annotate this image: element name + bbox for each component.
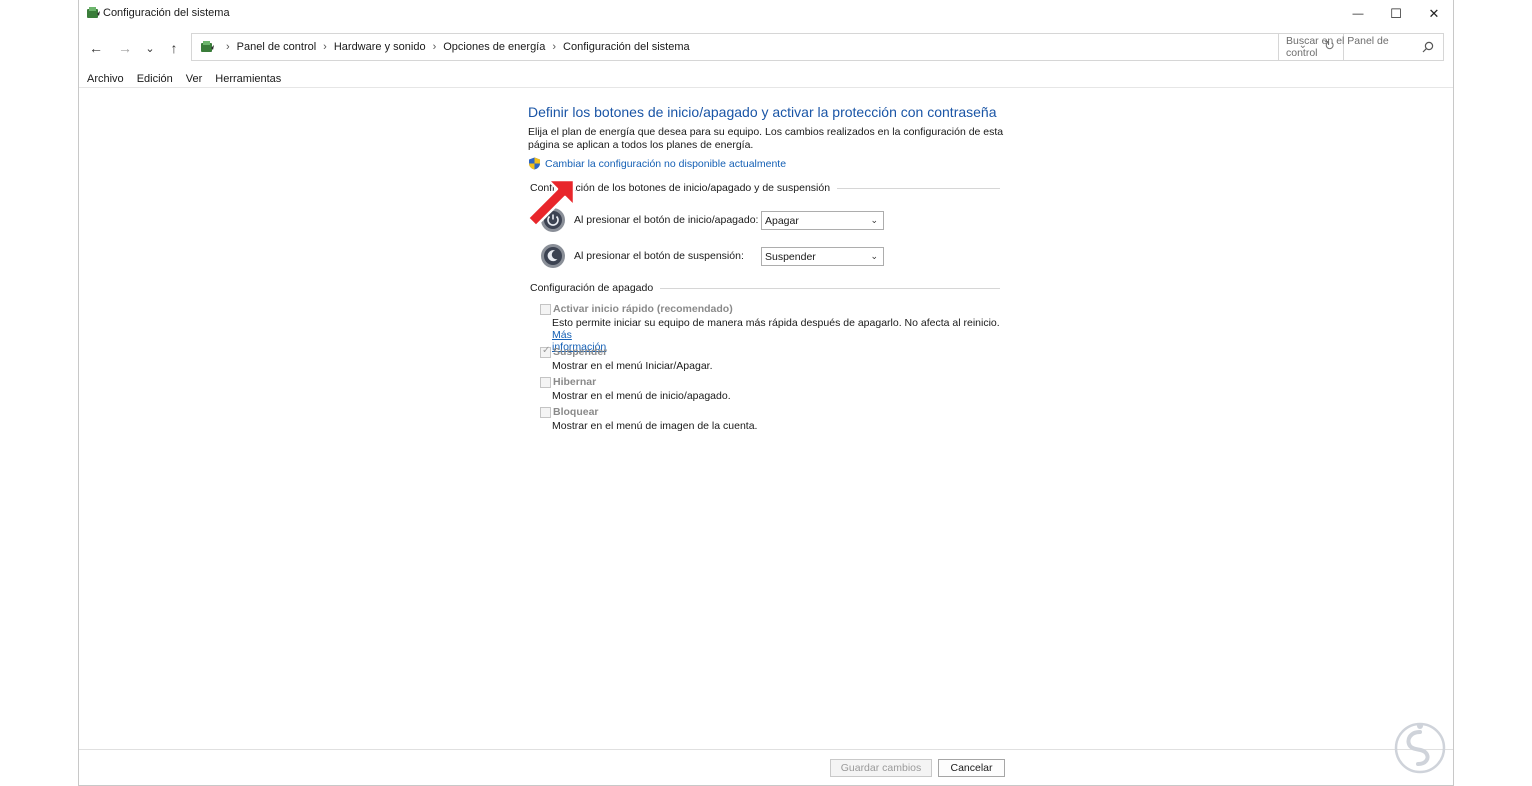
minimize-icon: —: [1352, 8, 1364, 20]
address-bar[interactable]: › Panel de control › Hardware y sonido ›…: [191, 33, 1344, 61]
fast-startup-label: Activar inicio rápido (recomendado): [553, 303, 733, 315]
forward-button[interactable]: →: [114, 37, 136, 59]
uac-shield-icon: [529, 157, 540, 170]
change-settings-link[interactable]: Cambiar la configuración no disponible a…: [528, 157, 786, 170]
more-info-link[interactable]: Más: [552, 329, 572, 341]
chevron-down-icon: ⌄: [870, 215, 878, 225]
sleep-button-value: Suspender: [765, 250, 816, 263]
lock-label: Bloquear: [553, 406, 599, 418]
breadcrumb-separator: ›: [432, 41, 437, 53]
back-button[interactable]: ←: [85, 37, 107, 59]
breadcrumb-item[interactable]: Configuración del sistema: [563, 41, 690, 53]
up-button[interactable]: ↑: [163, 37, 185, 59]
footer-divider: [79, 749, 1453, 750]
page-title: Definir los botones de inicio/apagado y …: [528, 104, 997, 120]
lock-description: Mostrar en el menú de imagen de la cuent…: [552, 420, 758, 432]
search-input[interactable]: Buscar en el Panel de control: [1278, 33, 1444, 61]
window: Configuración del sistema — ☐ ✕ ← → ⌄ ↑ …: [78, 0, 1454, 786]
shutdown-section-title: Configuración de apagado: [530, 282, 654, 294]
back-arrow-icon: ←: [89, 40, 103, 56]
suspend-description: Mostrar en el menú Iniciar/Apagar.: [552, 360, 713, 372]
breadcrumb-item[interactable]: Opciones de energía: [443, 41, 545, 53]
shutdown-section-header: Configuración de apagado: [530, 282, 1000, 294]
chevron-down-icon: ⌄: [145, 42, 155, 55]
fast-startup-description: Esto permite iniciar su equipo de manera…: [552, 317, 1002, 353]
maximize-icon: ☐: [1390, 6, 1402, 21]
menu-herramientas[interactable]: Herramientas: [215, 73, 281, 85]
section-divider: [660, 287, 1000, 289]
search-placeholder: Buscar en el Panel de control: [1286, 35, 1389, 59]
menu-bar: Archivo Edición Ver Herramientas: [87, 73, 281, 85]
power-button-label: Al presionar el botón de inicio/apagado:: [574, 214, 759, 226]
hibernate-label: Hibernar: [553, 376, 597, 388]
power-options-icon: [87, 7, 100, 18]
control-panel-icon: [201, 41, 214, 52]
chevron-down-icon: ⌄: [870, 251, 878, 261]
menu-divider: [79, 87, 1453, 88]
search-icon: [1422, 41, 1434, 53]
menu-archivo[interactable]: Archivo: [87, 73, 124, 85]
fast-startup-desc-text: Esto permite iniciar su equipo de manera…: [552, 317, 1000, 329]
menu-edicion[interactable]: Edición: [137, 73, 173, 85]
cancel-button[interactable]: Cancelar: [938, 759, 1005, 777]
power-button-value: Apagar: [765, 214, 799, 227]
maximize-button[interactable]: ☐: [1377, 0, 1415, 28]
hibernate-checkbox[interactable]: [540, 377, 551, 388]
page-description: Elija el plan de energía que desea para …: [528, 126, 1004, 151]
breadcrumb-separator: ›: [323, 41, 327, 53]
suspend-option: Suspender: [540, 345, 608, 358]
forward-arrow-icon: →: [118, 40, 132, 56]
breadcrumb: › Panel de control › Hardware y sonido ›…: [219, 41, 690, 53]
close-icon: ✕: [1428, 6, 1440, 21]
power-button-select[interactable]: Apagar ⌄: [761, 211, 884, 230]
breadcrumb-item[interactable]: Panel de control: [237, 41, 317, 53]
breadcrumb-separator: ›: [226, 41, 230, 53]
red-pointer-arrow-icon: [526, 178, 576, 228]
sleep-button-label: Al presionar el botón de suspensión:: [574, 250, 744, 262]
breadcrumb-separator: ›: [552, 41, 557, 53]
title-bar: Configuración del sistema — ☐ ✕: [79, 0, 1453, 28]
sleep-button-select[interactable]: Suspender ⌄: [761, 247, 884, 266]
power-section-header: Configuración de los botones de inicio/a…: [530, 182, 1000, 194]
section-divider: [837, 187, 1000, 189]
change-settings-text[interactable]: Cambiar la configuración no disponible a…: [545, 158, 786, 170]
sleep-button-row: Al presionar el botón de suspensión: Sus…: [540, 243, 890, 269]
recent-locations-button[interactable]: ⌄: [139, 37, 161, 59]
lock-option: Bloquear: [540, 406, 599, 418]
watermark-logo-icon: [1394, 722, 1446, 774]
sleep-button-icon: [541, 244, 565, 268]
save-changes-button[interactable]: Guardar cambios: [830, 759, 932, 777]
breadcrumb-item[interactable]: Hardware y sonido: [334, 41, 426, 53]
lock-checkbox[interactable]: [540, 407, 551, 418]
hibernate-description: Mostrar en el menú de inicio/apagado.: [552, 390, 731, 402]
hibernate-option: Hibernar: [540, 376, 596, 388]
fast-startup-option: Activar inicio rápido (recomendado): [540, 303, 733, 315]
up-arrow-icon: ↑: [170, 40, 178, 56]
fast-startup-checkbox[interactable]: [540, 304, 551, 315]
menu-ver[interactable]: Ver: [186, 73, 203, 85]
power-button-row: Al presionar el botón de inicio/apagado:…: [540, 207, 890, 233]
suspend-label: Suspender: [553, 346, 608, 358]
minimize-button[interactable]: —: [1339, 0, 1377, 28]
window-title: Configuración del sistema: [103, 7, 230, 19]
suspend-checkbox[interactable]: [540, 345, 551, 358]
close-button[interactable]: ✕: [1415, 0, 1453, 28]
